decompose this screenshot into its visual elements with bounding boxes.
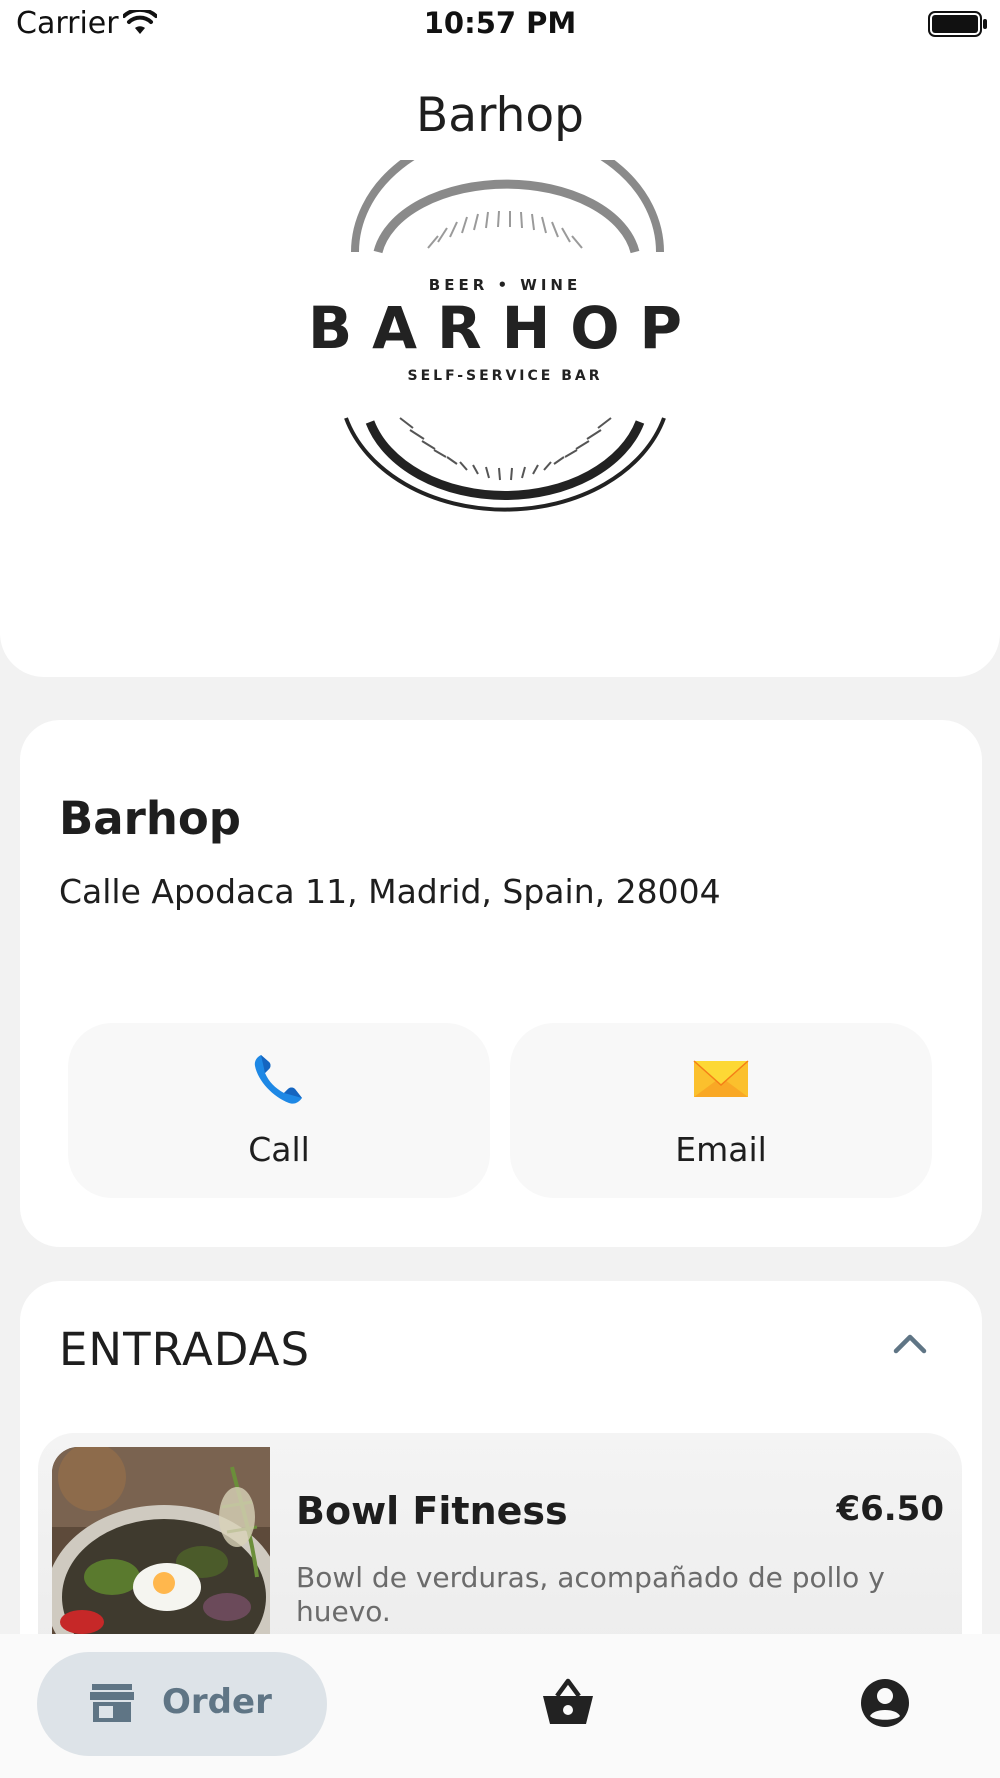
section-title: ENTRADAS [59,1323,311,1376]
email-button[interactable]: Email [510,1023,932,1198]
phone-icon [251,1051,307,1111]
email-label: Email [675,1130,767,1169]
logo-tagline-bottom: SELF-SERVICE BAR [408,368,603,384]
restaurant-name: Barhop [59,792,242,845]
item-description: Bowl de verduras, acompañado de pollo y … [296,1561,885,1628]
restaurant-hero: Barhop BEER • WINE BARHOP SELF-SERVICE B… [0,0,1000,677]
restaurant-info-card: Barhop Calle Apodaca 11, Madrid, Spain, … [20,720,982,1247]
page-title: Barhop [416,88,584,143]
envelope-icon [693,1051,749,1111]
battery-icon [928,11,988,41]
nav-order-label: Order [162,1682,272,1722]
collapse-chevron-up-icon[interactable] [892,1331,928,1361]
nav-order-tab[interactable]: Order [37,1652,327,1756]
account-circle-icon[interactable] [860,1678,910,1732]
logo-tagline-top: BEER • WINE [429,276,581,294]
call-button[interactable]: Call [68,1023,490,1198]
logo-name: BARHOP [308,294,702,362]
call-label: Call [248,1130,310,1169]
item-price: €6.50 [836,1489,944,1529]
status-bar: Carrier 10:57 PM [0,0,1000,50]
status-time: 10:57 PM [423,6,577,40]
bottom-navigation: Order [0,1634,1000,1778]
basket-icon[interactable] [541,1678,595,1732]
storefront-icon [89,1682,135,1728]
restaurant-address: Calle Apodaca 11, Madrid, Spain, 28004 [59,872,721,911]
item-name: Bowl Fitness [296,1489,568,1533]
barhop-logo: BEER • WINE BARHOP SELF-SERVICE BAR [290,126,720,534]
